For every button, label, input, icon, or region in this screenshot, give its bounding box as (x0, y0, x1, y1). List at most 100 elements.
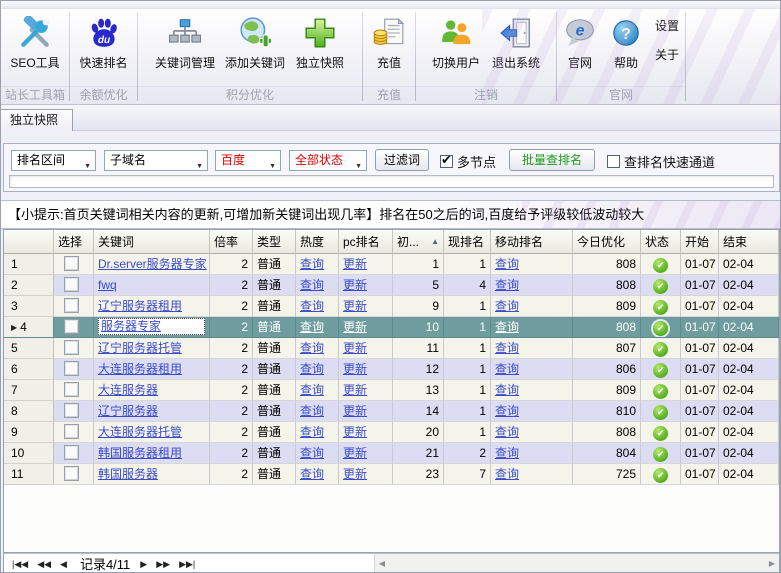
keyword-link[interactable]: 服务器专家 (101, 319, 161, 333)
row-header[interactable]: 2 (4, 275, 54, 296)
pc-update-link[interactable]: 更新 (343, 278, 367, 292)
exit-system-button[interactable]: 退出系统 (486, 9, 546, 86)
mobile-query-link[interactable]: 查询 (495, 299, 519, 313)
row-header[interactable]: 3 (4, 296, 54, 317)
nav-next-button-1[interactable]: ▶▶ (156, 559, 170, 569)
heat-query-link[interactable]: 查询 (300, 425, 324, 439)
filter-word-button[interactable]: 过滤词 (375, 149, 429, 171)
keyword-link[interactable]: 大连服务器托管 (98, 425, 182, 439)
column-header-6[interactable]: pc排名 (339, 230, 393, 254)
column-header-1[interactable]: 选择 (54, 230, 94, 254)
mobile-query-link[interactable]: 查询 (495, 278, 519, 292)
column-header-2[interactable]: 关键词 (94, 230, 210, 254)
heat-query-link[interactable]: 查询 (300, 446, 324, 460)
column-header-13[interactable]: 结束 (719, 230, 779, 254)
nav-prev-button-1[interactable]: ◀◀ (37, 559, 51, 569)
row-header[interactable]: 9 (4, 422, 54, 443)
row-checkbox[interactable] (64, 445, 79, 460)
keyword-link[interactable]: 大连服务器租用 (98, 362, 182, 376)
about-button[interactable]: 关于 (655, 46, 679, 63)
keyword-link[interactable]: 辽宁服务器租用 (98, 299, 182, 313)
mobile-query-link[interactable]: 查询 (495, 320, 519, 334)
row-checkbox[interactable] (64, 298, 79, 313)
column-header-12[interactable]: 开始 (681, 230, 719, 254)
heat-query-link[interactable]: 查询 (300, 278, 324, 292)
pc-update-link[interactable]: 更新 (343, 320, 367, 334)
pc-update-link[interactable]: 更新 (343, 467, 367, 481)
mobile-query-link[interactable]: 查询 (495, 257, 519, 271)
pc-update-link[interactable]: 更新 (343, 341, 367, 355)
recharge-button[interactable]: 充值 (359, 9, 419, 86)
column-header-rowselector[interactable] (4, 230, 54, 254)
row-checkbox[interactable] (64, 403, 79, 418)
heat-query-link[interactable]: 查询 (300, 320, 324, 334)
row-checkbox[interactable] (64, 340, 79, 355)
pc-update-link[interactable]: 更新 (343, 425, 367, 439)
column-header-7[interactable]: 初...▲ (393, 230, 444, 254)
standalone-snapshot-button[interactable]: 独立快照 (290, 9, 350, 86)
tab-standalone-snapshot[interactable]: 独立快照 (0, 109, 73, 131)
heat-query-link[interactable]: 查询 (300, 404, 324, 418)
column-header-5[interactable]: 热度 (296, 230, 339, 254)
row-checkbox[interactable] (64, 361, 79, 376)
row-checkbox[interactable] (64, 319, 79, 334)
row-header[interactable]: 7 (4, 380, 54, 401)
keyword-link[interactable]: fwq (98, 278, 117, 292)
column-header-3[interactable]: 倍率 (210, 230, 253, 254)
fast-rank-button[interactable]: du 快速排名 (74, 9, 134, 86)
rank-range-dropdown[interactable]: 排名区间 ▼ (11, 150, 96, 171)
keyword-inline-editor[interactable]: 服务器专家 (98, 318, 205, 335)
pc-update-link[interactable]: 更新 (343, 446, 367, 460)
row-checkbox[interactable] (64, 277, 79, 292)
mobile-query-link[interactable]: 查询 (495, 341, 519, 355)
keyword-link[interactable]: 大连服务器 (98, 383, 158, 397)
column-header-9[interactable]: 移动排名 (491, 230, 573, 254)
heat-query-link[interactable]: 查询 (300, 341, 324, 355)
row-header[interactable]: 11 (4, 464, 54, 485)
pc-update-link[interactable]: 更新 (343, 404, 367, 418)
heat-query-link[interactable]: 查询 (300, 257, 324, 271)
add-keyword-button[interactable]: 添加关键词 (220, 9, 290, 86)
mobile-query-link[interactable]: 查询 (495, 446, 519, 460)
keyword-link[interactable]: Dr.server服务器专家 (98, 257, 207, 271)
settings-button[interactable]: 设置 (655, 17, 679, 34)
search-engine-dropdown[interactable]: 百度 ▼ (215, 150, 281, 171)
nav-next-button-2[interactable]: ▶▶| (179, 559, 195, 569)
nav-prev-button-0[interactable]: |◀◀ (12, 559, 28, 569)
pc-update-link[interactable]: 更新 (343, 257, 367, 271)
batch-rank-check-button[interactable]: 批量查排名 (509, 149, 595, 171)
nav-next-button-0[interactable]: ▶ (140, 559, 147, 569)
keyword-link[interactable]: 韩国服务器租用 (98, 446, 182, 460)
row-header[interactable]: 10 (4, 443, 54, 464)
column-header-4[interactable]: 类型 (253, 230, 296, 254)
multi-node-checkbox[interactable]: 多节点 (440, 152, 496, 171)
nav-prev-button-2[interactable]: ◀ (60, 559, 67, 569)
keyword-link[interactable]: 辽宁服务器托管 (98, 341, 182, 355)
fast-channel-checkbox[interactable]: 查排名快速通道 (607, 152, 715, 171)
row-header[interactable]: ▶4 (4, 317, 54, 338)
keyword-link[interactable]: 韩国服务器 (98, 467, 158, 481)
row-checkbox[interactable] (64, 424, 79, 439)
mobile-query-link[interactable]: 查询 (495, 404, 519, 418)
row-header[interactable]: 1 (4, 254, 54, 275)
column-header-8[interactable]: 现排名 (444, 230, 491, 254)
keyword-manage-button[interactable]: 关键词管理 (150, 9, 220, 86)
mobile-query-link[interactable]: 查询 (495, 467, 519, 481)
column-header-10[interactable]: 今日优化 (573, 230, 641, 254)
help-button[interactable]: ? 帮助 (603, 9, 649, 86)
keyword-link[interactable]: 辽宁服务器 (98, 404, 158, 418)
heat-query-link[interactable]: 查询 (300, 383, 324, 397)
mobile-query-link[interactable]: 查询 (495, 425, 519, 439)
pc-update-link[interactable]: 更新 (343, 383, 367, 397)
seo-tools-button[interactable]: SEO工具 (5, 9, 65, 86)
row-checkbox[interactable] (64, 256, 79, 271)
heat-query-link[interactable]: 查询 (300, 362, 324, 376)
mobile-query-link[interactable]: 查询 (495, 383, 519, 397)
heat-query-link[interactable]: 查询 (300, 467, 324, 481)
pc-update-link[interactable]: 更新 (343, 299, 367, 313)
switch-user-button[interactable]: 切换用户 (426, 9, 486, 86)
official-site-button[interactable]: e 官网 (557, 9, 603, 86)
column-header-11[interactable]: 状态 (641, 230, 681, 254)
scroll-right-icon[interactable]: ▶ (765, 559, 779, 568)
row-header[interactable]: 6 (4, 359, 54, 380)
